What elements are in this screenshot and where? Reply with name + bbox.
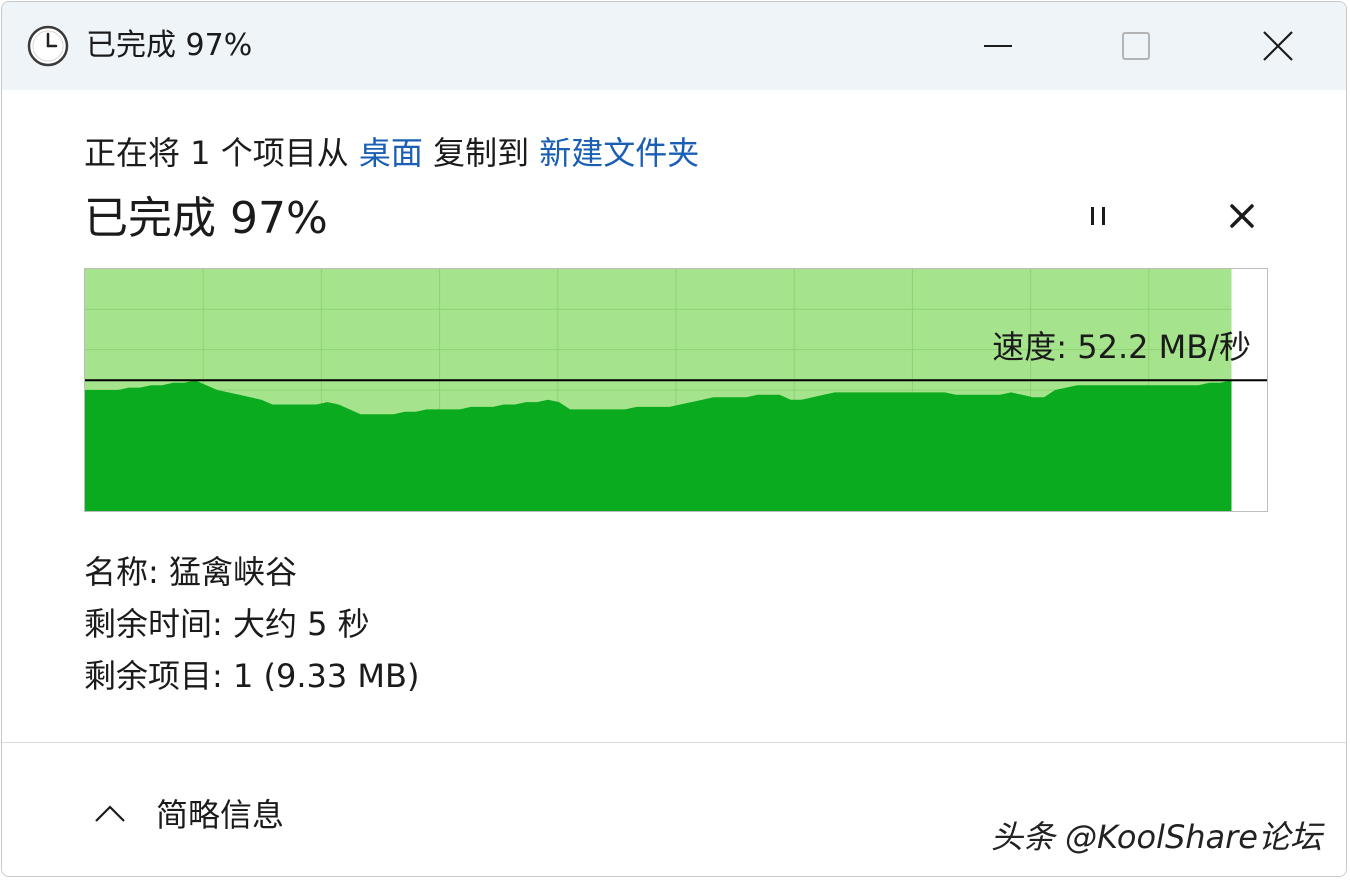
item-name: 名称: 猛禽峡谷 [84, 553, 297, 591]
dialog-footer: 简略信息 头条 @KoolShare论坛 [2, 742, 1346, 876]
maximize-icon [1121, 31, 1151, 61]
minimize-icon [983, 31, 1013, 61]
cancel-button[interactable] [1212, 188, 1272, 248]
copy-prefix: 正在将 1 个项目从 [84, 134, 349, 172]
watermark: 头条 @KoolShare论坛 [990, 818, 1322, 856]
time-remaining: 剩余时间: 大约 5 秒 [84, 605, 370, 643]
fewer-details-label: 简略信息 [156, 796, 285, 834]
transfer-details: 名称: 猛禽峡谷 剩余时间: 大约 5 秒 剩余项目: 1 (9.33 MB) [84, 546, 419, 702]
source-link[interactable]: 桌面 [359, 134, 423, 172]
minimize-button[interactable] [938, 2, 1058, 90]
dialog-content: 正在将 1 个项目从 桌面 复制到 新建文件夹 已完成 97% 速度: 52.2… [2, 90, 1346, 742]
close-icon [1262, 30, 1294, 62]
chevron-up-icon [94, 794, 126, 832]
cancel-icon [1228, 202, 1256, 234]
window-title: 已完成 97% [86, 28, 253, 63]
items-remaining: 剩余项目: 1 (9.33 MB) [84, 657, 420, 695]
copy-description: 正在将 1 个项目从 桌面 复制到 新建文件夹 [84, 132, 699, 174]
pause-button[interactable] [1068, 188, 1128, 248]
clock-icon [26, 24, 70, 68]
speed-label: 速度: 52.2 MB/秒 [992, 328, 1251, 366]
pause-icon [1084, 202, 1112, 234]
close-button[interactable] [1218, 2, 1338, 90]
fewer-details-toggle[interactable]: 简略信息 [94, 789, 284, 837]
title-bar[interactable]: 已完成 97% [2, 2, 1346, 90]
destination-link[interactable]: 新建文件夹 [539, 134, 699, 172]
progress-title: 已完成 97% [84, 193, 328, 244]
speed-graph-canvas [85, 269, 1267, 511]
maximize-button[interactable] [1076, 2, 1196, 90]
copy-progress-dialog: 已完成 97% 正在将 1 个项目从 桌面 复制到 新建文件夹 已完成 97% [1, 1, 1347, 877]
speed-graph: 速度: 52.2 MB/秒 [84, 268, 1268, 512]
copy-middle: 复制到 [433, 134, 530, 172]
